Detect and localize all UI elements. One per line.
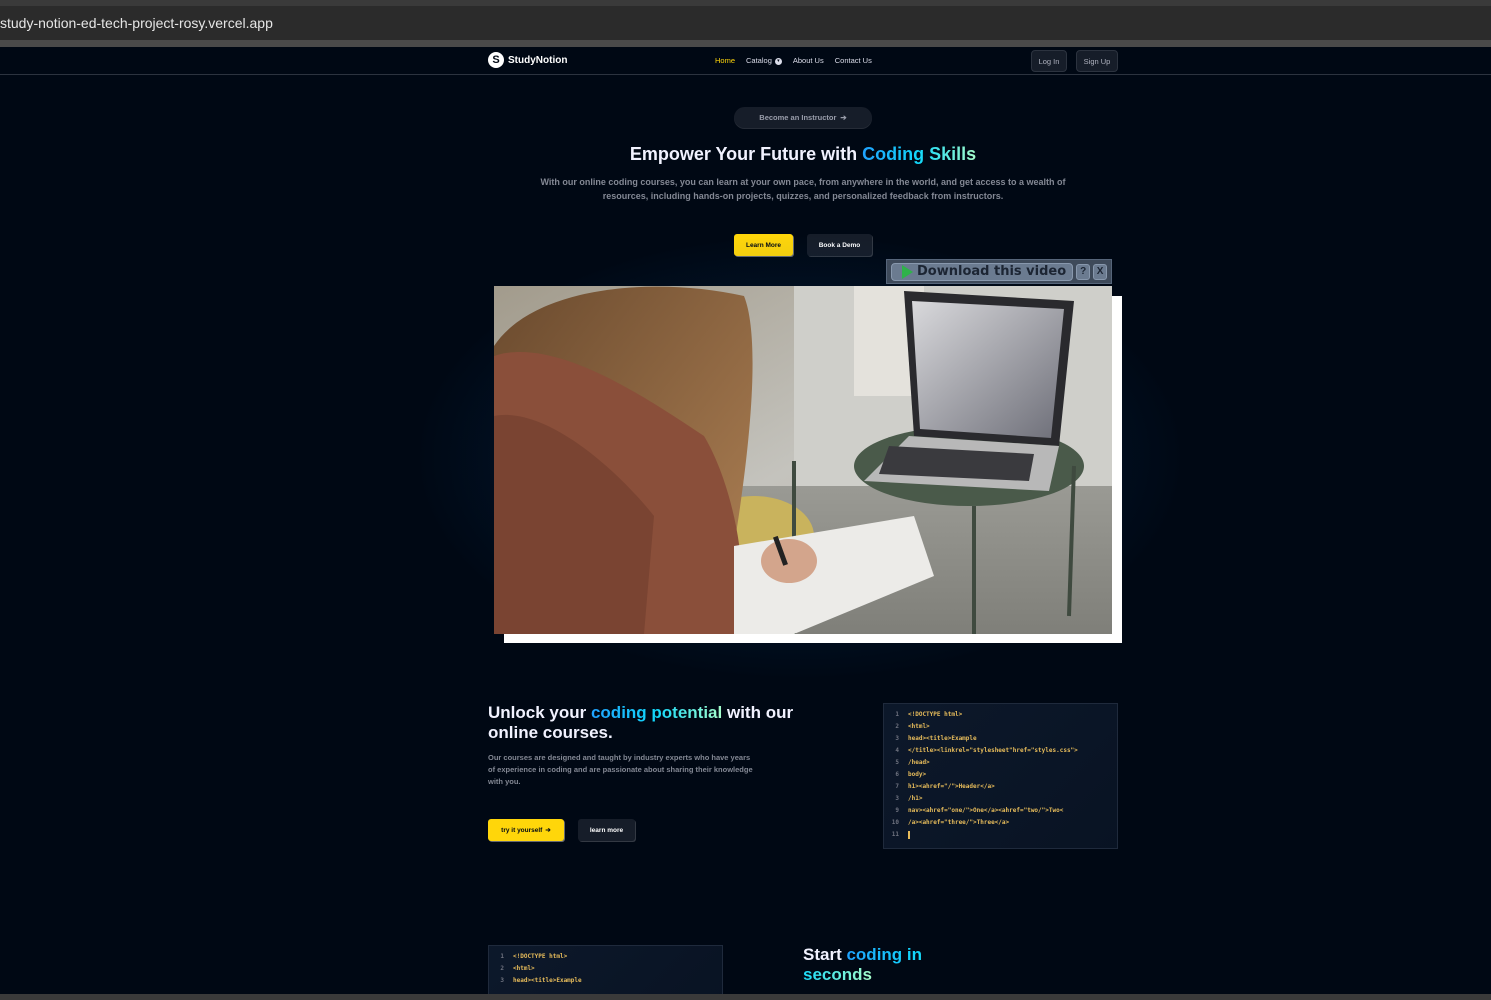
nav-link-about[interactable]: About Us	[793, 56, 824, 65]
unlock-title-highlight: coding potential	[590, 703, 723, 722]
hero-title-highlight: Coding Skills	[862, 144, 977, 164]
nav-link-catalog-label: Catalog	[746, 56, 772, 65]
download-video-button[interactable]: Download this video	[891, 262, 1074, 281]
close-button[interactable]: X	[1093, 263, 1107, 280]
help-button[interactable]: ?	[1076, 263, 1091, 280]
unlock-description: Our courses are designed and taught by i…	[488, 753, 753, 786]
hero-description: With our online coding courses, you can …	[540, 177, 1066, 201]
browser-divider	[0, 40, 1491, 47]
code-line: 4 </title><linkrel="stylesheet"href="styl…	[895, 747, 1078, 754]
nav-links: Home Catalog ▾ About Us Contact Us	[715, 56, 872, 65]
code-line: 9 nav><ahref="one/">One</a><ahref="two/">…	[895, 807, 1064, 814]
learn-more-secondary-button[interactable]: learn more	[578, 819, 635, 841]
browser-bottom-frame	[0, 994, 1491, 1000]
code-line: 5/head>	[895, 759, 930, 766]
become-instructor-label: Become an Instructor	[759, 113, 837, 122]
hero-video[interactable]	[494, 286, 1112, 634]
code-block-unlock: 1 <!DOCTYPE html> 2 <html> 3 head><title>Ex…	[883, 703, 1118, 849]
nav-link-catalog[interactable]: Catalog ▾	[746, 56, 782, 65]
code-line: 1 <!DOCTYPE html>	[500, 953, 568, 960]
code-line: 11	[884, 831, 1117, 843]
video-download-toolbar: Download this video ? X	[886, 259, 1112, 284]
unlock-title: Unlock your coding potential with our on…	[488, 703, 798, 743]
start-title-part1: Start	[803, 945, 847, 964]
code-line: 3 head><title>Example	[895, 735, 977, 742]
code-line: 10/a><ahref="three/">Three</a>	[891, 819, 1010, 826]
arrow-right-icon: ➔	[840, 113, 847, 122]
hero-title: Empower Your Future with Coding Skills	[488, 144, 1118, 165]
nav-link-contact[interactable]: Contact Us	[835, 56, 872, 65]
try-it-yourself-label: try it yourself	[501, 826, 543, 834]
login-button[interactable]: Log In	[1031, 50, 1067, 72]
code-line: 7 h1><ahref="/">Header</a>	[895, 783, 995, 790]
address-url: study-notion-ed-tech-project-rosy.vercel…	[0, 15, 273, 31]
play-icon	[902, 264, 913, 279]
logo-text: StudyNotion	[508, 54, 568, 66]
become-instructor-button[interactable]: Become an Instructor ➔	[734, 107, 872, 128]
signup-button[interactable]: Sign Up	[1076, 50, 1118, 72]
logo-icon: S	[488, 52, 504, 68]
download-video-label: Download this video	[917, 264, 1067, 279]
chevron-down-icon: ▾	[774, 57, 782, 65]
unlock-title-part1: Unlock your	[488, 703, 591, 722]
hero-title-prefix: Empower Your Future with	[629, 144, 863, 164]
text-cursor	[908, 831, 910, 839]
page-viewport: S StudyNotion Home Catalog ▾ About Us Con…	[0, 47, 1491, 994]
code-line: 3/h1>	[895, 795, 923, 802]
arrow-right-icon: ➔	[545, 827, 551, 834]
code-line: 2 <html>	[895, 723, 930, 730]
start-coding-title: Start coding in seconds	[803, 945, 953, 985]
code-line: 2 <html>	[500, 965, 535, 972]
logo[interactable]: S StudyNotion	[488, 52, 567, 68]
code-line: 6 body>	[895, 771, 927, 778]
address-bar[interactable]: study-notion-ed-tech-project-rosy.vercel…	[0, 6, 1491, 40]
video-frame-image	[494, 286, 1112, 634]
code-line: 1 <!DOCTYPE html>	[895, 711, 963, 718]
nav-link-home[interactable]: Home	[715, 56, 735, 65]
try-it-yourself-button[interactable]: try it yourself ➔	[488, 819, 564, 841]
code-block-start: 1 <!DOCTYPE html> 2 <html> 3 head><title>Ex…	[488, 945, 723, 994]
navbar: S StudyNotion Home Catalog ▾ About Us Con…	[0, 47, 1491, 75]
code-line: 3 head><title>Example	[500, 977, 582, 984]
